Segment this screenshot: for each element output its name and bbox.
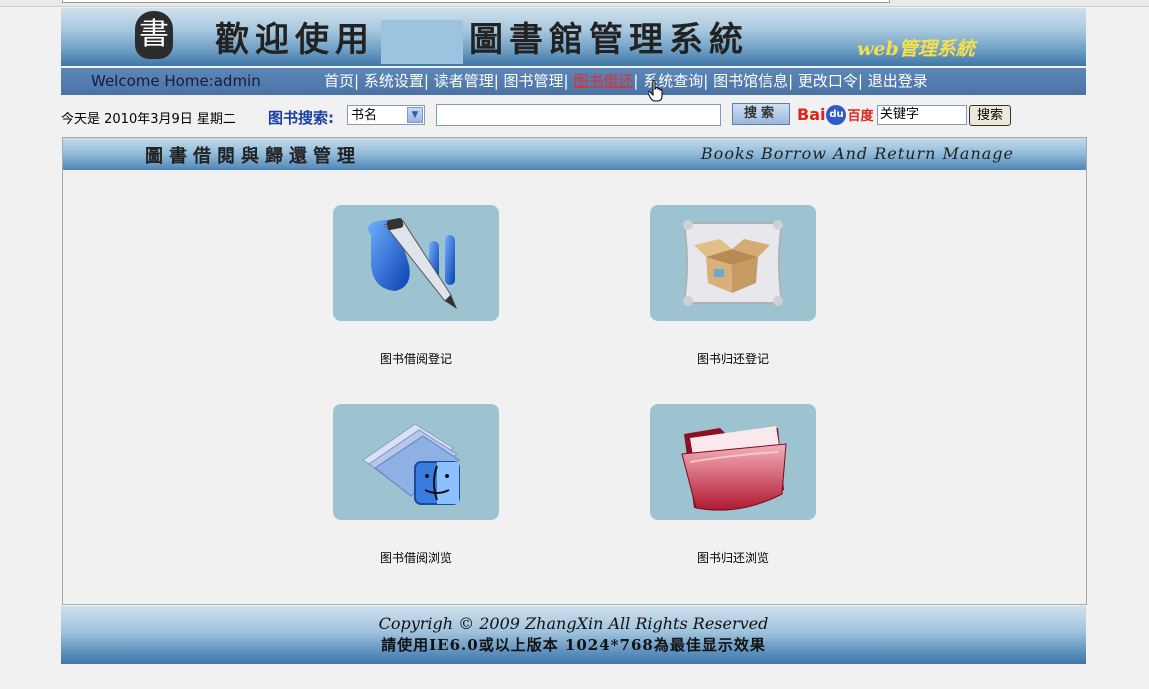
baidu-logo: Bai du 百度 <box>797 105 874 125</box>
header-banner: 書 歡迎使用 圖書館管理系統 web管理系統 <box>61 8 1086 66</box>
window-top-strip <box>0 0 1149 7</box>
borrow-browse-label[interactable]: 图书借阅浏览 <box>333 549 499 566</box>
panel-title-cn: 圖書借閱與歸還管理 <box>145 146 361 167</box>
welcome-text: Welcome Home:admin <box>91 72 261 90</box>
nav-separator: | <box>493 72 504 90</box>
return-browse-tile[interactable] <box>650 404 816 520</box>
chevron-down-icon[interactable]: ▼ <box>407 107 423 123</box>
borrow-browse-tile[interactable] <box>333 404 499 520</box>
baidu-paw-icon: du <box>826 105 847 125</box>
nav-item-borrow-return[interactable]: 图书借还 <box>573 72 633 90</box>
return-register-tile[interactable] <box>650 205 816 321</box>
logo-seal-icon: 書 <box>135 11 173 59</box>
nav-separator: | <box>633 72 644 90</box>
search-field-select[interactable]: 书名 ▼ <box>347 105 425 125</box>
keyword-input[interactable]: 关键字 <box>877 105 967 125</box>
copyright-text: Copyrigh © 2009 ZhangXin All Rights Rese… <box>378 614 769 633</box>
book-search-button[interactable]: 搜索 <box>732 103 790 125</box>
nav-separator: | <box>354 72 364 90</box>
nav-separator: | <box>857 72 868 90</box>
nav-item-home[interactable]: 首页 <box>324 72 354 90</box>
pen-icon <box>368 218 457 309</box>
search-toolbar: 今天是 2010年3月9日 星期二 图书搜索: 书名 ▼ 搜索 Bai du 百度 … <box>0 100 1149 132</box>
footer: Copyrigh © 2009 ZhangXin All Rights Rese… <box>61 606 1086 664</box>
nav-separator: | <box>423 72 434 90</box>
nav-separator: | <box>788 72 798 90</box>
title-right: 圖書館管理系統 <box>469 20 749 60</box>
borrow-register-tile[interactable] <box>333 205 499 321</box>
page-title: 歡迎使用 圖書館管理系統 <box>215 12 749 64</box>
hand-cursor-icon <box>648 80 663 102</box>
documents-finder-icon <box>362 423 460 505</box>
book-search-label: 图书搜索: <box>268 109 334 127</box>
book-search-input[interactable] <box>436 104 721 126</box>
date-text: 今天是 2010年3月9日 星期二 <box>61 112 236 127</box>
baidu-logo-bai: Bai <box>797 105 826 124</box>
red-folder-icon <box>681 426 787 511</box>
nav-item-logout[interactable]: 退出登录 <box>868 72 928 90</box>
search-field-value: 书名 <box>351 108 378 123</box>
nav-item-change-password[interactable]: 更改口令 <box>798 72 858 90</box>
redacted-name-block <box>381 20 463 64</box>
nav-item-library-info[interactable]: 图书馆信息 <box>713 72 788 90</box>
nav-separator: | <box>703 72 714 90</box>
baidu-logo-du: 百度 <box>847 109 874 124</box>
panel-header: 圖書借閱與歸還管理 Books Borrow And Return Manage <box>63 138 1086 170</box>
panel-title-en: Books Borrow And Return Manage <box>700 144 1014 163</box>
banner-dash-line <box>773 48 861 49</box>
box-icon <box>682 220 784 306</box>
nav-separator: | <box>563 72 574 90</box>
return-register-label[interactable]: 图书归还登记 <box>650 350 816 367</box>
main-nav: Welcome Home:admin 首页| 系统设置| 读者管理| 图书管理|… <box>61 68 1086 102</box>
address-bar-edge <box>62 0 890 3</box>
baidu-search-button[interactable]: 搜索 <box>969 105 1011 126</box>
title-left: 歡迎使用 <box>215 20 375 60</box>
borrow-return-panel: 圖書借閱與歸還管理 Books Borrow And Return Manage… <box>62 137 1087 605</box>
browser-recommendation-text: 請使用IE6.0或以上版本 1024*768為最佳显示效果 <box>381 636 766 654</box>
borrow-register-label[interactable]: 图书借阅登记 <box>333 350 499 367</box>
nav-item-book-management[interactable]: 图书管理 <box>504 72 564 90</box>
nav-item-system-settings[interactable]: 系统设置 <box>364 72 424 90</box>
banner-subtitle: web管理系統 <box>857 38 975 60</box>
return-browse-label[interactable]: 图书归还浏览 <box>650 549 816 566</box>
nav-item-reader-management[interactable]: 读者管理 <box>434 72 494 90</box>
nav-links: 首页| 系统设置| 读者管理| 图书管理| 图书借还| 系统查询| 图书馆信息|… <box>324 68 928 95</box>
